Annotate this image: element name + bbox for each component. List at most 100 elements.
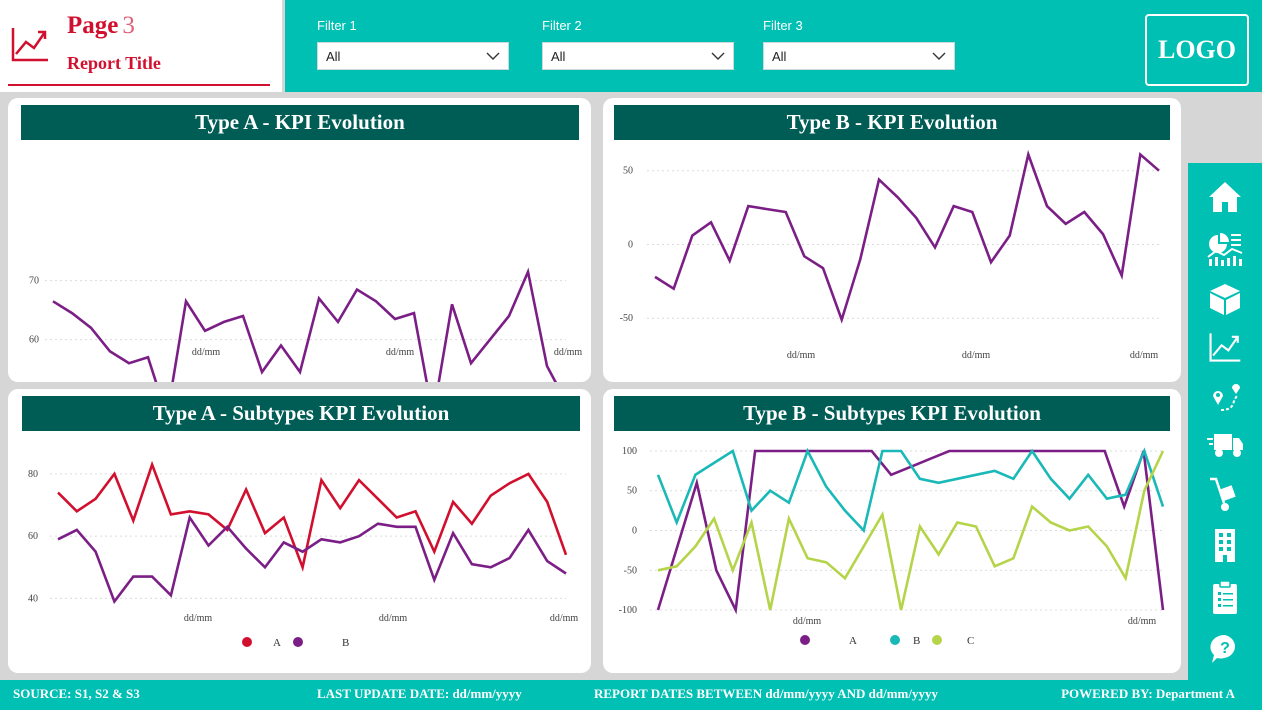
nav-warehouse[interactable] bbox=[1204, 475, 1246, 515]
type-a-subtypes-chart: 40 60 80 dd/mm dd/mm dd/mm A B bbox=[28, 460, 579, 649]
filter-2: Filter 2 All bbox=[542, 18, 734, 70]
y-tick-label: -100 bbox=[619, 605, 637, 616]
nav-delivery[interactable] bbox=[1204, 425, 1246, 465]
x-tick-label: dd/mm bbox=[787, 350, 816, 361]
filter-2-label: Filter 2 bbox=[542, 18, 582, 33]
filter-bar: Filter 1 All Filter 2 All Filter 3 All L… bbox=[285, 0, 1262, 92]
nav-reports[interactable] bbox=[1204, 577, 1246, 617]
clipboard-icon bbox=[1213, 580, 1237, 614]
building-icon bbox=[1215, 529, 1235, 562]
y-tick-label: 50 bbox=[627, 486, 637, 497]
filter-1-dropdown[interactable]: All bbox=[317, 42, 509, 70]
legend-label: A bbox=[849, 635, 857, 647]
nav-products[interactable] bbox=[1204, 279, 1246, 319]
nav-dashboard[interactable] bbox=[1204, 229, 1246, 269]
box-icon bbox=[1210, 284, 1240, 315]
nav-routes[interactable] bbox=[1204, 377, 1246, 417]
y-tick-label: 40 bbox=[28, 593, 38, 604]
footer-last-update: LAST UPDATE DATE: dd/mm/yyyy bbox=[317, 686, 522, 701]
y-tick-label: 50 bbox=[623, 166, 633, 177]
chart-title: Type B - KPI Evolution bbox=[614, 105, 1170, 140]
chart-title: Type B - Subtypes KPI Evolution bbox=[614, 396, 1170, 431]
y-tick-label: 60 bbox=[29, 335, 39, 346]
filter-1-value: All bbox=[326, 49, 341, 64]
filter-2-value: All bbox=[551, 49, 566, 64]
filter-2-dropdown[interactable]: All bbox=[542, 42, 734, 70]
chart-card-type-a-kpi: 506070dd/mmdd/mmdd/mm Type A - KPI Evolu… bbox=[8, 98, 591, 382]
page-label: Page bbox=[67, 12, 119, 39]
nav-help[interactable]: ? bbox=[1204, 629, 1246, 669]
filter-1: Filter 1 All bbox=[317, 18, 509, 70]
y-tick-label: 70 bbox=[29, 276, 39, 287]
footer: SOURCE: S1, S2 & S3 LAST UPDATE DATE: dd… bbox=[0, 680, 1262, 710]
y-tick-label: -50 bbox=[620, 313, 633, 324]
report-title: Report Title bbox=[67, 53, 161, 73]
trend-icon bbox=[11, 28, 48, 62]
route-icon bbox=[1213, 384, 1240, 411]
x-tick-label: dd/mm bbox=[379, 613, 408, 624]
grid bbox=[647, 170, 1159, 319]
filter-3-value: All bbox=[772, 49, 787, 64]
footer-powered-by: POWERED BY: Department A bbox=[1061, 686, 1235, 701]
legend-label: B bbox=[342, 637, 349, 649]
x-tick-label: dd/mm bbox=[550, 613, 579, 624]
chart-title: Type A - KPI Evolution bbox=[21, 105, 579, 140]
page-number: 3 bbox=[122, 12, 135, 39]
legend-marker bbox=[800, 635, 810, 645]
type-b-subtypes-chart: -100 -50 0 50 100 dd/mm dd/mm A B C bbox=[619, 446, 1165, 647]
home-icon bbox=[1209, 182, 1241, 212]
footer-source: SOURCE: S1, S2 & S3 bbox=[13, 686, 140, 701]
filter-1-label: Filter 1 bbox=[317, 18, 357, 33]
x-tick-label: dd/mm bbox=[386, 347, 415, 358]
chevron-down-icon bbox=[486, 52, 500, 60]
type-b-kpi-chart: -50 0 50 dd/mm dd/mm dd/mm bbox=[620, 149, 1160, 361]
legend-label: B bbox=[913, 635, 920, 647]
legend-marker bbox=[293, 637, 303, 647]
filter-3: Filter 3 All bbox=[763, 18, 955, 70]
type-a-kpi-chart: 506070dd/mmdd/mmdd/mm bbox=[29, 267, 583, 382]
nav-buildings[interactable] bbox=[1204, 525, 1246, 565]
y-tick-label: 80 bbox=[28, 469, 38, 480]
page-title: Page 3 bbox=[67, 12, 135, 40]
legend-label: C bbox=[967, 635, 974, 647]
chart-card-type-a-subtypes: 40 60 80 dd/mm dd/mm dd/mm A B Type A - Subtype… bbox=[8, 389, 591, 673]
x-tick-label: dd/mm bbox=[1130, 350, 1159, 361]
grid bbox=[45, 280, 566, 341]
chart-title: Type A - Subtypes KPI Evolution bbox=[22, 396, 580, 431]
side-navigation: ? bbox=[1188, 163, 1262, 683]
footer-report-dates: REPORT DATES BETWEEN dd/mm/yyyy AND dd/m… bbox=[594, 686, 938, 701]
y-tick-label: 0 bbox=[632, 526, 637, 537]
series-line-0 bbox=[52, 267, 558, 382]
x-tick-label: dd/mm bbox=[554, 347, 583, 358]
header-divider bbox=[8, 84, 270, 86]
help-icon: ? bbox=[1210, 634, 1236, 663]
legend-label: A bbox=[273, 637, 281, 649]
y-tick-label: 60 bbox=[28, 531, 38, 542]
x-tick-label: dd/mm bbox=[184, 613, 213, 624]
y-tick-label: 100 bbox=[622, 446, 637, 457]
chart-card-type-b-subtypes: -100 -50 0 50 100 dd/mm dd/mm A B C Type B - Subt… bbox=[603, 389, 1181, 673]
x-tick-label: dd/mm bbox=[192, 347, 221, 358]
trend-icon bbox=[1209, 333, 1241, 362]
series-line-b bbox=[57, 514, 567, 605]
nav-trends[interactable] bbox=[1204, 327, 1246, 367]
chart-card-type-b-kpi: -50 0 50 dd/mm dd/mm dd/mm Type B - KPI Evolu… bbox=[603, 98, 1181, 382]
dashboard-icon bbox=[1207, 233, 1243, 266]
series-line-a bbox=[57, 460, 568, 572]
series-line-0 bbox=[654, 149, 1160, 324]
y-tick-label: -50 bbox=[624, 565, 637, 576]
legend-marker bbox=[890, 635, 900, 645]
svg-text:?: ? bbox=[1220, 640, 1230, 657]
x-tick-label: dd/mm bbox=[793, 616, 822, 627]
legend-marker bbox=[932, 635, 942, 645]
x-tick-label: dd/mm bbox=[962, 350, 991, 361]
filter-3-dropdown[interactable]: All bbox=[763, 42, 955, 70]
truck-icon bbox=[1207, 434, 1243, 457]
nav-home[interactable] bbox=[1204, 177, 1246, 217]
hand-truck-icon bbox=[1210, 477, 1236, 511]
legend-marker bbox=[242, 637, 252, 647]
chevron-down-icon bbox=[711, 52, 725, 60]
logo: LOGO bbox=[1145, 14, 1249, 86]
filter-3-label: Filter 3 bbox=[763, 18, 803, 33]
page-header: Page 3 Report Title bbox=[0, 0, 282, 92]
